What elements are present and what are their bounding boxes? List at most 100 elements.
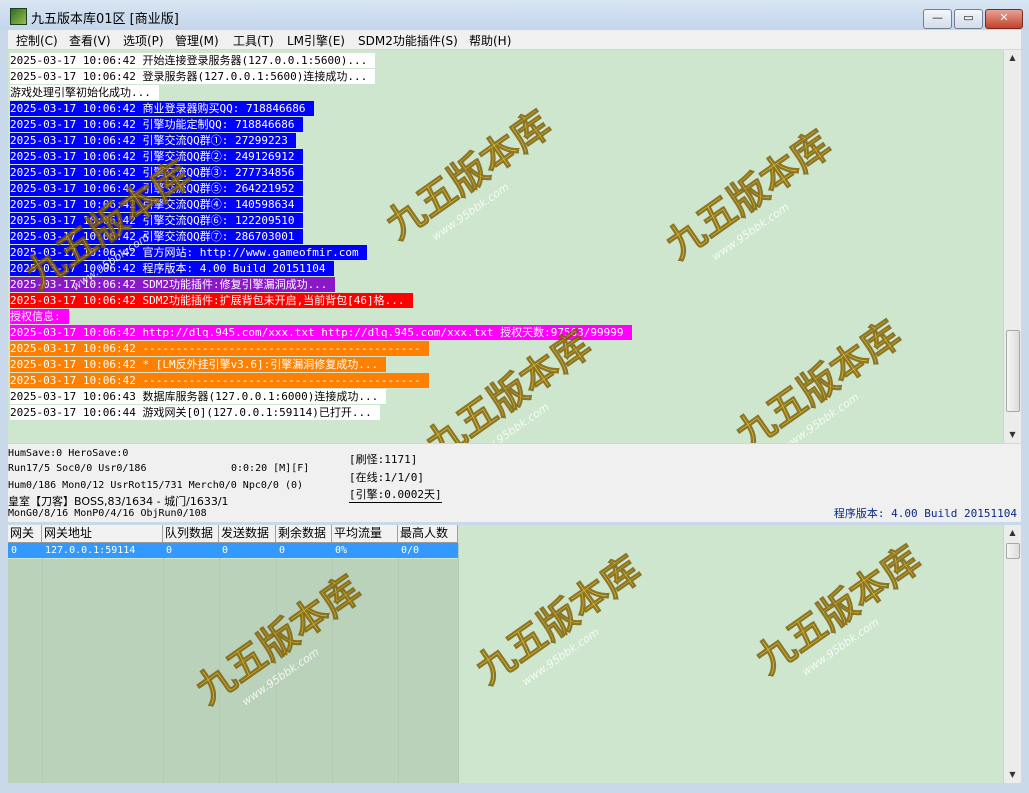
log-line: 2025-03-17 10:06:42 登录服务器(127.0.0.1:5600…: [10, 69, 376, 84]
status-save: HumSave:0 HeroSave:0: [8, 448, 129, 459]
log-line: 2025-03-17 10:06:42 SDM2功能插件:扩展背包未开启,当前背…: [10, 293, 413, 308]
table-cell: 0: [222, 545, 229, 556]
log-line: 2025-03-17 10:06:42 SDM2功能插件:修复引擎漏洞成功...: [10, 277, 336, 292]
log-line: 授权信息:: [10, 309, 69, 324]
status-hum: Hum0/186 Mon0/12 UsrRot15/731 Merch0/0 N…: [8, 480, 304, 491]
grid-lines: [8, 559, 458, 783]
scroll-down-arrow-icon[interactable]: ▼: [1004, 427, 1021, 443]
table-row[interactable]: 0 127.0.0.1:59114 0 0 0 0% 0/0: [8, 543, 458, 558]
log-line: 2025-03-17 10:06:42 --------------------…: [10, 341, 429, 356]
svg-text:www.95bbk.com: www.95bbk.com: [519, 625, 601, 688]
svg-text:www.95bbk.com: www.95bbk.com: [779, 390, 861, 443]
scroll-down-arrow-icon[interactable]: ▼: [1004, 767, 1021, 783]
column-divider: [398, 543, 399, 783]
log-line: 2025-03-17 10:06:44 游戏网关[0](127.0.0.1:59…: [10, 405, 380, 420]
menu-bar: 控制(C) 查看(V) 选项(P) 管理(M) 工具(T) LM引擎(E) SD…: [8, 30, 1021, 49]
table-cell: 0: [166, 545, 173, 556]
log-line: 2025-03-17 10:06:42 官方网站: http://www.gam…: [10, 245, 367, 260]
window-border: [0, 783, 1029, 793]
table-cell: 127.0.0.1:59114: [45, 545, 136, 556]
table-cell: 0: [11, 545, 18, 556]
watermark-logo: 九五版本库www.95bbk.com: [377, 102, 559, 248]
column-header[interactable]: 发送数据: [219, 525, 276, 542]
svg-text:九五版本库: 九五版本库: [748, 537, 929, 682]
menu-sdm2-plugin[interactable]: SDM2功能插件(S): [358, 32, 458, 49]
column-header[interactable]: 网关地址: [42, 525, 163, 542]
log-line: 2025-03-17 10:06:42 引擎交流QQ群⑦: 286703001: [10, 229, 303, 244]
svg-text:www.95bbk.com: www.95bbk.com: [429, 180, 511, 243]
gateway-grid[interactable]: 网关 网关地址 队列数据 发送数据 剩余数据 平均流量 最高人数 0 127.0…: [8, 525, 1003, 783]
app-icon: [10, 8, 27, 25]
log-line: 2025-03-17 10:06:42 引擎交流QQ群②: 249126912: [10, 149, 303, 164]
table-cell: 0%: [335, 545, 348, 556]
refresh-count: [刷怪:1171]: [349, 453, 418, 466]
close-button[interactable]: ✕: [985, 9, 1023, 29]
grid-scrollbar[interactable]: ▲ ▼: [1003, 525, 1021, 783]
column-header[interactable]: 队列数据: [163, 525, 219, 542]
menu-manage[interactable]: 管理(M): [175, 32, 219, 49]
log-line: 2025-03-17 10:06:42 引擎功能定制QQ: 718846686: [10, 117, 303, 132]
watermark-logo: 九五版本库www.95bbk.com: [417, 322, 599, 443]
svg-text:九五版本库: 九五版本库: [378, 102, 559, 247]
window-title: 九五版本库01区 [商业版]: [31, 12, 179, 27]
scroll-thumb[interactable]: [1006, 543, 1020, 559]
column-divider: [332, 543, 333, 783]
column-divider: [219, 543, 220, 783]
log-line: 2025-03-17 10:06:42 开始连接登录服务器(127.0.0.1:…: [10, 53, 376, 68]
svg-text:九五版本库: 九五版本库: [418, 322, 599, 443]
column-divider: [42, 543, 43, 783]
column-header[interactable]: 平均流量: [332, 525, 398, 542]
menu-help[interactable]: 帮助(H): [469, 32, 511, 49]
menu-view[interactable]: 查看(V): [69, 32, 111, 49]
scroll-thumb[interactable]: [1006, 330, 1020, 412]
svg-text:www.95bbk.com: www.95bbk.com: [709, 200, 791, 263]
status-panel: HumSave:0 HeroSave:0 Run17/5 Soc0/0 Usr0…: [8, 444, 1021, 522]
scroll-up-arrow-icon[interactable]: ▲: [1004, 525, 1021, 541]
menu-lm-engine[interactable]: LM引擎(E): [287, 32, 345, 49]
watermark-logo: 九五版本库www.95bbk.com: [657, 122, 839, 268]
log-line: 2025-03-17 10:06:42 引擎交流QQ群④: 140598634: [10, 197, 303, 212]
log-panel[interactable]: 2025-03-17 10:06:42 开始连接登录服务器(127.0.0.1:…: [8, 50, 1003, 443]
program-version: 程序版本: 4.00 Build 20151104: [833, 507, 1017, 520]
column-divider: [458, 543, 459, 783]
minimize-button[interactable]: —: [923, 9, 952, 29]
maximize-button[interactable]: ▭: [954, 9, 983, 29]
column-header[interactable]: 网关: [8, 525, 42, 542]
watermark-logo: 九五版本库www.95bbk.com: [747, 537, 929, 683]
watermark-logo: 九五版本库www.95bbk.com: [467, 547, 649, 693]
title-bar: 九五版本库01区 [商业版] — ▭ ✕: [0, 0, 1029, 30]
svg-text:九五版本库: 九五版本库: [468, 547, 649, 692]
log-line: 2025-03-17 10:06:42 * [LM反外挂引擎v3.6]:引擎漏洞…: [10, 357, 387, 372]
svg-text:www.95bbk.com: www.95bbk.com: [799, 615, 881, 678]
log-line: 2025-03-17 10:06:42 引擎交流QQ群③: 277734856: [10, 165, 303, 180]
svg-text:www.95bbk.com: www.95bbk.com: [469, 400, 551, 443]
grid-header: 网关 网关地址 队列数据 发送数据 剩余数据 平均流量 最高人数: [8, 525, 458, 543]
svg-text:九五版本库: 九五版本库: [728, 312, 909, 443]
log-line: 游戏处理引擎初始化成功...: [10, 85, 159, 100]
log-scrollbar[interactable]: ▲ ▼: [1003, 50, 1021, 443]
column-header[interactable]: 最高人数: [398, 525, 458, 542]
column-divider: [163, 543, 164, 783]
log-line: 2025-03-17 10:06:42 引擎交流QQ群①: 27299223: [10, 133, 296, 148]
log-line: 2025-03-17 10:06:43 数据库服务器(127.0.0.1:600…: [10, 389, 387, 404]
log-line: 2025-03-17 10:06:42 引擎交流QQ群⑥: 122209510: [10, 213, 303, 228]
log-line: 2025-03-17 10:06:42 引擎交流QQ群⑤: 264221952: [10, 181, 303, 196]
engine-days: [引擎:0.0002天]: [349, 488, 442, 503]
log-line: 2025-03-17 10:06:42 --------------------…: [10, 373, 429, 388]
status-mon: MonG0/8/16 MonP0/4/16 ObjRun0/108: [8, 508, 207, 519]
column-divider: [276, 543, 277, 783]
menu-options[interactable]: 选项(P): [123, 32, 164, 49]
menu-control[interactable]: 控制(C): [16, 32, 58, 49]
table-cell: 0/0: [401, 545, 420, 556]
status-boss: 皇室【刀客】BOSS,83/1634 - 城门/1633/1: [8, 495, 229, 508]
online-count: [在线:1/1/0]: [349, 471, 424, 484]
status-timer: 0:0:20 [M][F]: [231, 463, 310, 474]
menu-tools[interactable]: 工具(T): [233, 32, 274, 49]
scroll-up-arrow-icon[interactable]: ▲: [1004, 50, 1021, 66]
svg-text:九五版本库: 九五版本库: [658, 122, 839, 267]
log-line: 2025-03-17 10:06:42 程序版本: 4.00 Build 201…: [10, 261, 334, 276]
watermark-logo: 九五版本库www.95bbk.com: [727, 312, 909, 443]
table-cell: 0: [279, 545, 286, 556]
column-header[interactable]: 剩余数据: [276, 525, 332, 542]
log-line: 2025-03-17 10:06:42 商业登录器购买QQ: 718846686: [10, 101, 314, 116]
